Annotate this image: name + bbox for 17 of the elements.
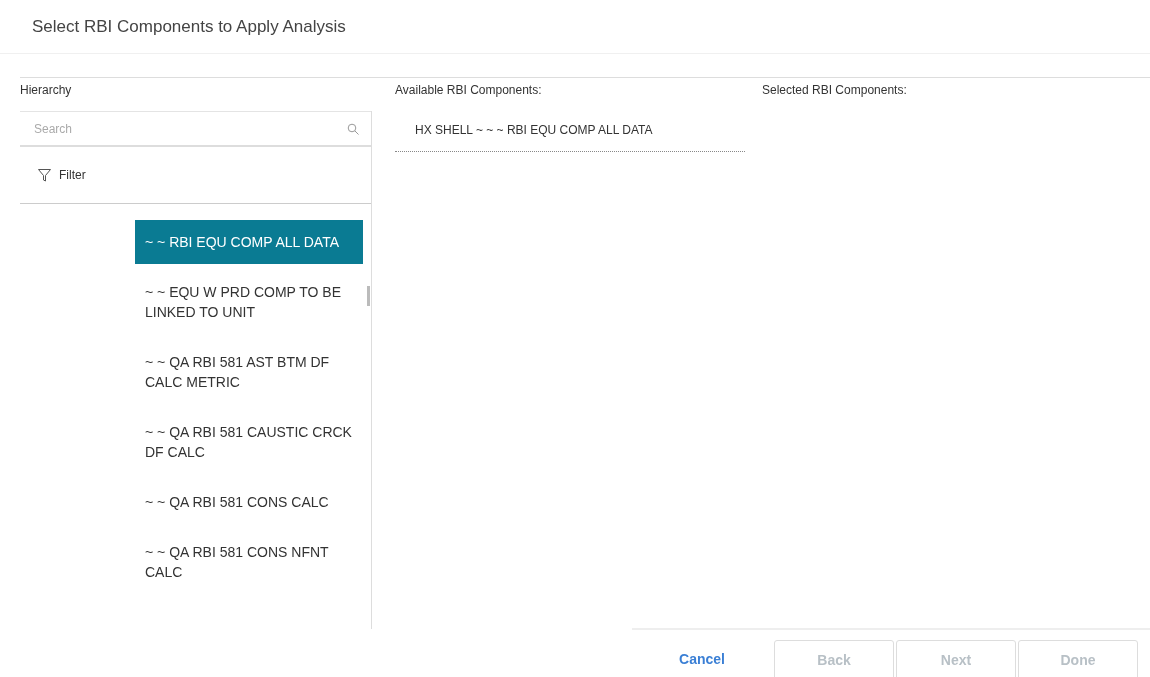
selected-label: Selected RBI Components: <box>762 82 908 99</box>
hierarchy-item[interactable]: ~ ~ EQU W PRD COMP TO BE LINKED TO UNIT <box>135 270 363 334</box>
available-label: Available RBI Components: <box>395 82 543 99</box>
hierarchy-item[interactable]: ~ ~ QA RBI 581 CAUSTIC CRCK DF CALC <box>135 410 363 474</box>
available-item[interactable]: HX SHELL ~ ~ ~ RBI EQU COMP ALL DATA <box>395 111 745 152</box>
filter-button[interactable]: Filter <box>38 168 86 182</box>
cancel-button[interactable]: Cancel <box>632 640 772 677</box>
hierarchy-item[interactable]: ~ ~ QA RBI 581 AST BTM DF CALC METRIC <box>135 340 363 404</box>
hierarchy-item[interactable]: ~ ~ QA RBI 581 CONS CALC <box>135 480 363 524</box>
search-icon <box>347 122 359 135</box>
filter-icon <box>38 168 51 182</box>
hierarchy-item[interactable]: ~ ~ RBI EQU COMP ALL DATA <box>135 220 363 264</box>
hierarchy-label: Hierarchy <box>20 82 73 99</box>
search-field[interactable]: Search <box>32 111 347 146</box>
scrollbar-thumb[interactable] <box>367 286 370 306</box>
dialog-title: Select RBI Components to Apply Analysis <box>32 16 346 37</box>
hierarchy-item[interactable]: ~ ~ QA RBI 581 CONS NFNT CALC <box>135 530 363 594</box>
